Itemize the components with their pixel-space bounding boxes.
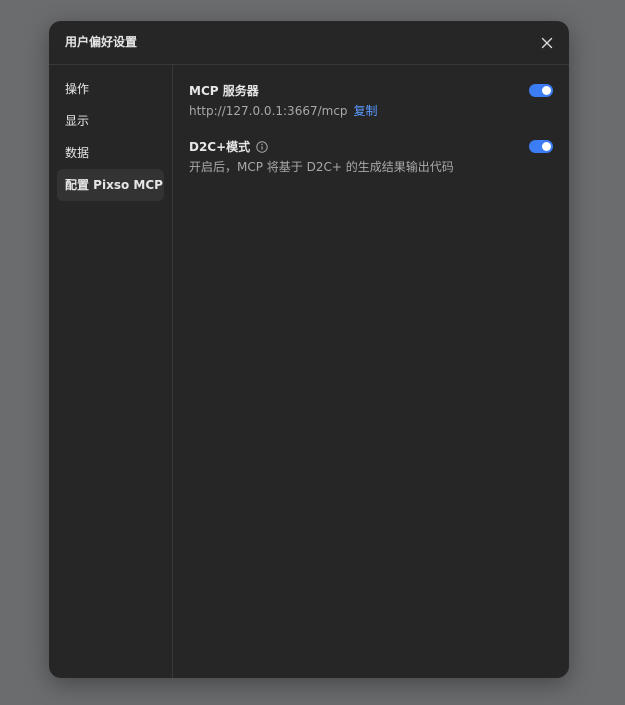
mcp-server-url: http://127.0.0.1:3667/mcp <box>189 104 348 118</box>
dialog-header: 用户偏好设置 <box>49 21 569 65</box>
sidebar-item-display[interactable]: 显示 <box>57 105 164 137</box>
info-icon[interactable] <box>256 141 268 153</box>
sidebar-item-operations[interactable]: 操作 <box>57 73 164 105</box>
close-icon <box>541 37 553 49</box>
d2c-mode-title: D2C+模式 <box>189 140 251 154</box>
d2c-mode-description: 开启后，MCP 将基于 D2C+ 的生成结果输出代码 <box>189 160 454 174</box>
d2c-mode-title-row: D2C+模式 <box>189 140 268 155</box>
mcp-server-url-row: http://127.0.0.1:3667/mcp 复制 <box>189 104 378 119</box>
settings-content: MCP 服务器 http://127.0.0.1:3667/mcp 复制 D2C+… <box>173 65 569 678</box>
close-button[interactable] <box>539 35 555 51</box>
toggle-knob <box>542 86 551 95</box>
mcp-server-title: MCP 服务器 <box>189 84 259 98</box>
d2c-mode-toggle[interactable] <box>529 140 553 153</box>
sidebar-item-pixso-mcp[interactable]: 配置 Pixso MCP <box>57 169 164 201</box>
dialog-title: 用户偏好设置 <box>65 35 138 49</box>
sidebar: 操作 显示 数据 配置 Pixso MCP <box>49 65 173 678</box>
preferences-dialog: 用户偏好设置 操作 显示 数据 配置 Pixso MCP MCP 服务器 htt… <box>49 21 569 678</box>
copy-url-link[interactable]: 复制 <box>354 104 378 118</box>
sidebar-item-data[interactable]: 数据 <box>57 137 164 169</box>
mcp-server-toggle[interactable] <box>529 84 553 97</box>
toggle-knob <box>542 142 551 151</box>
